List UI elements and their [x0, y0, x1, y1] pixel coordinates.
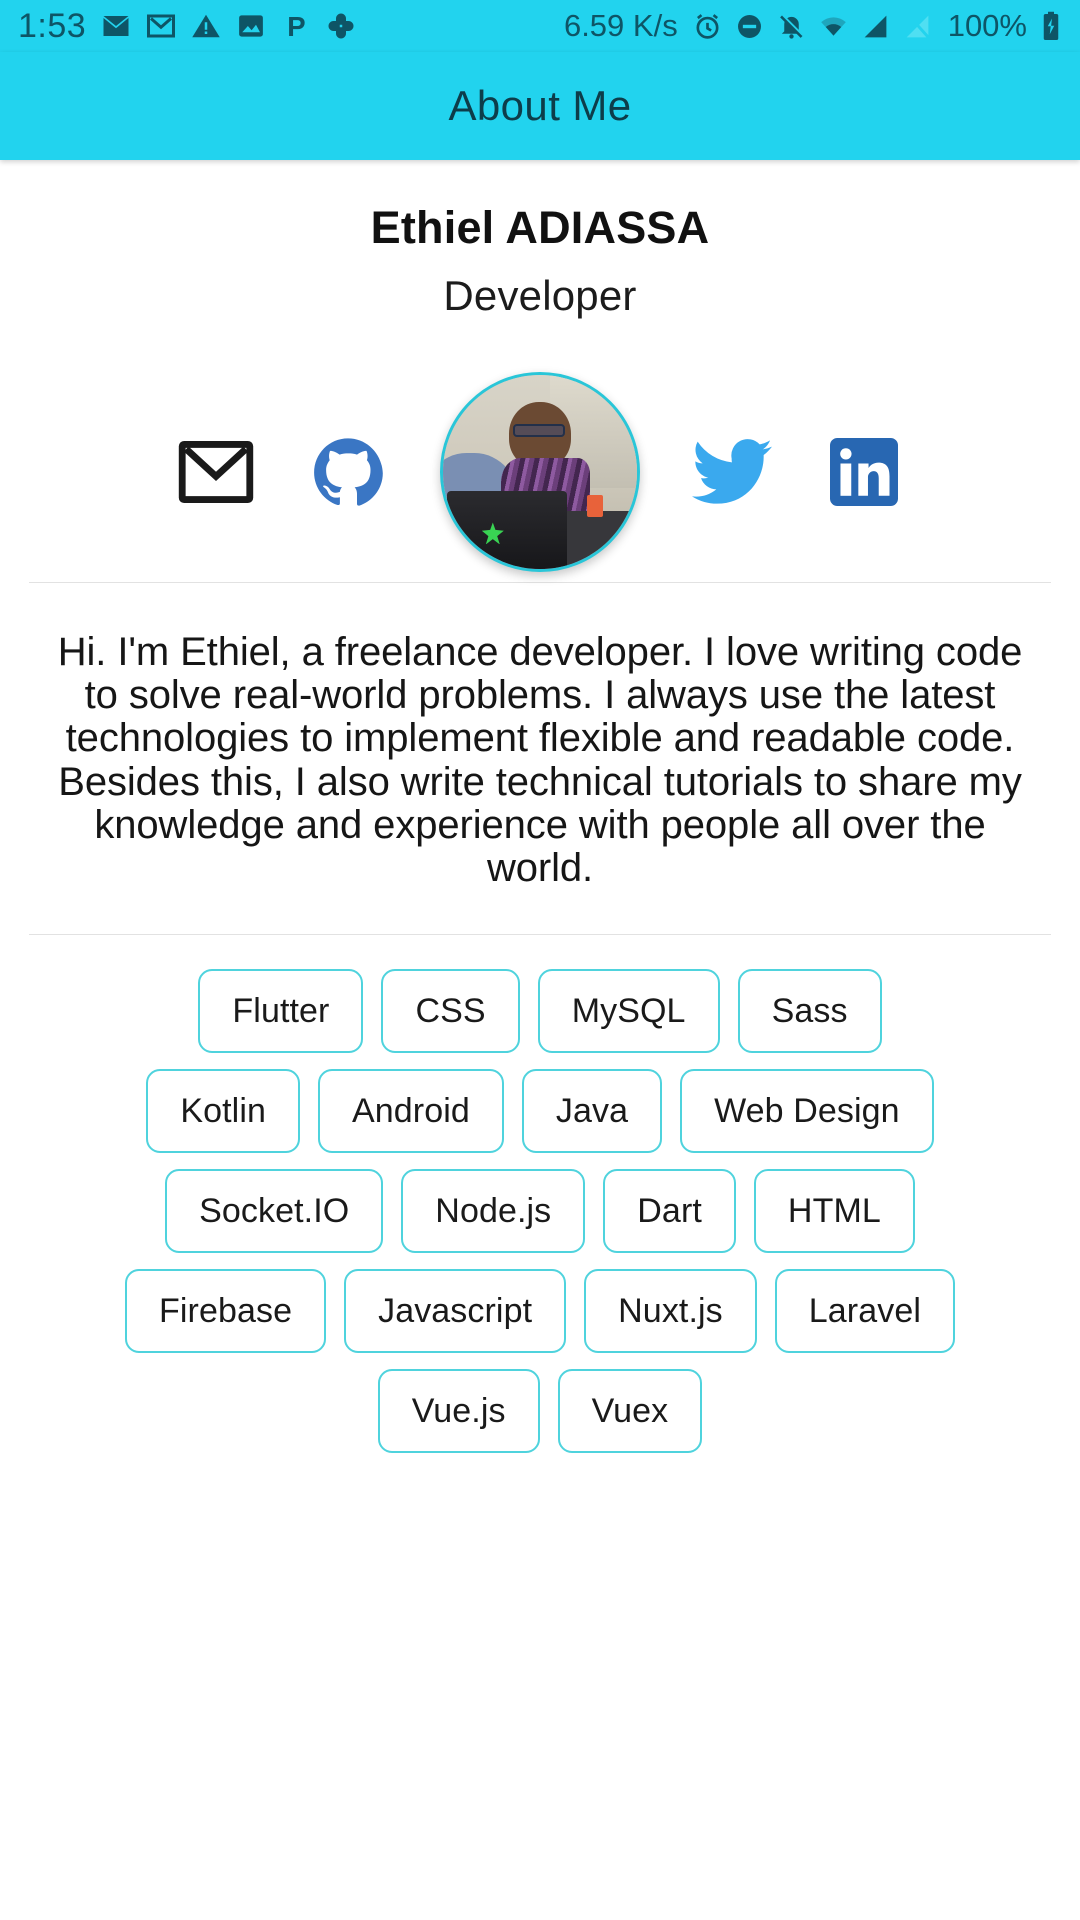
skill-chip[interactable]: Vue.js: [377, 1369, 540, 1454]
status-bar-left-group: 1:53 P: [18, 7, 356, 46]
network-speed-label: 6.59 K/s: [563, 8, 678, 43]
status-bar-right-group: 6.59 K/s 100%: [564, 8, 1062, 44]
page-title: About Me: [448, 82, 632, 129]
avatar[interactable]: [440, 372, 640, 572]
social-link-email[interactable]: [150, 441, 282, 503]
skill-chip[interactable]: Kotlin: [146, 1069, 300, 1154]
google-photos-icon: [326, 11, 356, 41]
alarm-icon: [693, 12, 722, 41]
skill-chip[interactable]: Vuex: [557, 1369, 703, 1454]
social-link-linkedin[interactable]: [798, 438, 930, 506]
skill-chip[interactable]: Android: [317, 1069, 504, 1154]
cellular-signal-icon: [861, 12, 890, 41]
skills-row: Kotlin Android Java Web Design: [0, 1069, 1080, 1154]
pinterest-icon: P: [281, 11, 311, 41]
skill-chip[interactable]: Dart: [603, 1169, 736, 1254]
status-bar-clock: 1:53: [18, 6, 87, 45]
main-content: Ethiel ADIASSA Developer: [0, 160, 1080, 582]
twitter-icon: [692, 438, 772, 506]
profile-name: Ethiel ADIASSA: [370, 202, 710, 253]
profile-role: Developer: [443, 272, 637, 319]
skill-chip[interactable]: CSS: [381, 969, 520, 1054]
skill-chip[interactable]: Socket.IO: [165, 1169, 384, 1254]
skill-chip[interactable]: Javascript: [344, 1269, 567, 1354]
skill-chip[interactable]: Web Design: [680, 1069, 934, 1154]
avatar-cup: [586, 495, 603, 518]
email-icon: [178, 441, 254, 503]
warning-icon: [191, 11, 221, 41]
skill-chip[interactable]: HTML: [753, 1169, 915, 1254]
svg-text:P: P: [287, 11, 305, 41]
social-link-twitter[interactable]: [666, 438, 798, 506]
avatar-desk: [559, 510, 637, 569]
photos-icon: [236, 11, 266, 41]
skill-chip[interactable]: Flutter: [198, 969, 364, 1054]
skill-chip[interactable]: MySQL: [537, 969, 720, 1054]
skill-chip[interactable]: Node.js: [401, 1169, 586, 1254]
skills-row: Firebase Javascript Nuxt.js Laravel: [0, 1269, 1080, 1354]
skills-row: Vue.js Vuex: [0, 1369, 1080, 1454]
do-not-disturb-icon: [735, 12, 764, 41]
social-link-github[interactable]: [282, 436, 414, 508]
wifi-icon: [819, 12, 848, 41]
bell-muted-icon: [777, 12, 806, 41]
gmail-icon: [146, 11, 176, 41]
battery-percent-label: 100%: [947, 8, 1027, 43]
skills-section: Flutter CSS MySQL Sass Kotlin Android Ja…: [0, 935, 1080, 1454]
mail-icon: [101, 11, 131, 41]
skill-chip[interactable]: Laravel: [774, 1269, 955, 1354]
avatar-glasses: [512, 423, 566, 438]
skill-chip[interactable]: Java: [521, 1069, 663, 1154]
skill-chip[interactable]: Nuxt.js: [584, 1269, 757, 1354]
skills-row: Flutter CSS MySQL Sass: [0, 969, 1080, 1054]
battery-icon: [1040, 11, 1062, 41]
avatar-laptop: [446, 491, 568, 569]
linkedin-icon: [830, 438, 898, 506]
bio-text: Hi. I'm Ethiel, a freelance developer. I…: [57, 630, 1023, 890]
github-icon: [312, 436, 384, 508]
status-bar: 1:53 P 6.59 K/s 100%: [0, 0, 1080, 52]
social-links-row: [0, 362, 1080, 582]
app-bar: About Me: [0, 52, 1080, 160]
skill-chip[interactable]: Sass: [737, 969, 882, 1054]
skills-row: Socket.IO Node.js Dart HTML: [0, 1169, 1080, 1254]
skill-chip[interactable]: Firebase: [125, 1269, 327, 1354]
cellular-signal-off-icon: [903, 12, 932, 41]
